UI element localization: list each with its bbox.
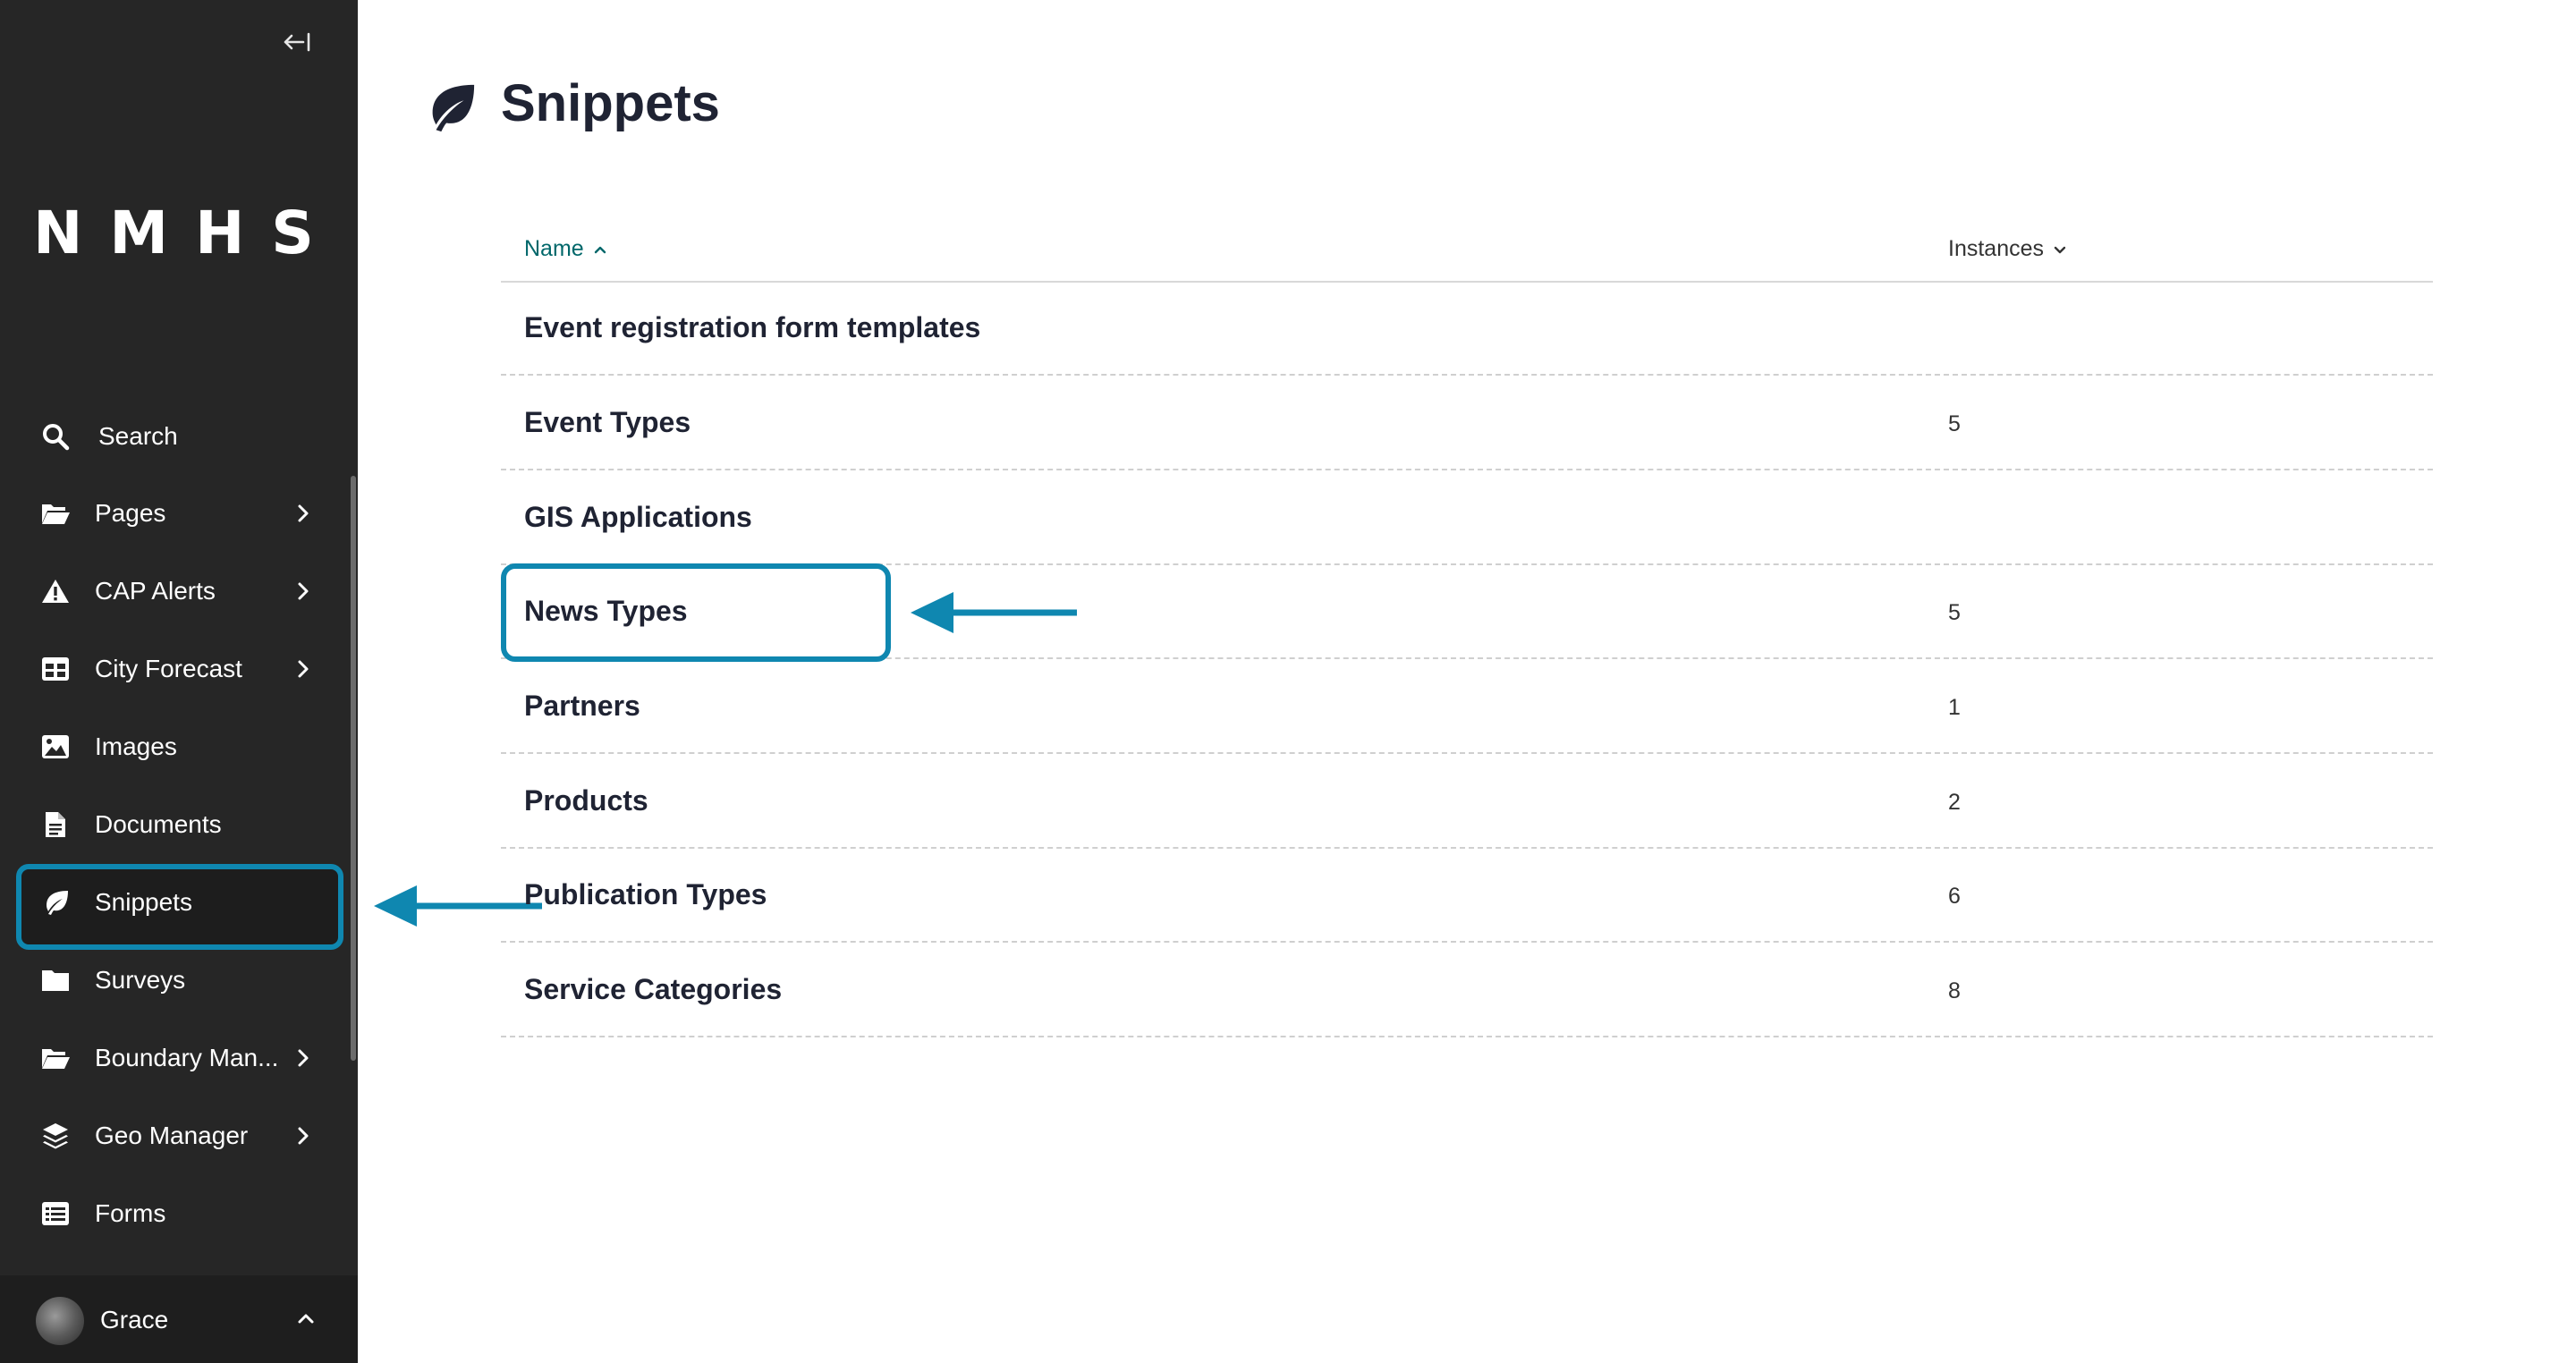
- instances-count[interactable]: 1: [1948, 695, 1961, 721]
- sort-by-name-link[interactable]: Name: [524, 236, 607, 262]
- instances-count[interactable]: 5: [1948, 600, 1961, 626]
- leaf-icon: [422, 80, 478, 136]
- table-header: Name Instances: [501, 222, 2433, 283]
- sidebar-item-label: Snippets: [95, 888, 192, 916]
- snippet-name-link[interactable]: Publication Types: [524, 878, 767, 911]
- chevron-down-icon: [2054, 246, 2066, 253]
- sidebar: NMHS Search Pages CAP Alerts City Foreca…: [0, 0, 358, 1363]
- leaf-icon: [39, 886, 72, 919]
- chevron-up-icon: [295, 1308, 317, 1329]
- instances-count[interactable]: 8: [1948, 978, 1961, 1004]
- list-icon: [39, 1198, 72, 1230]
- column-header-instances: Instances: [1948, 236, 2045, 261]
- table-row: GIS Applications: [501, 472, 2433, 565]
- table-row: Products 2: [501, 756, 2433, 849]
- folder-open-icon: [39, 1042, 72, 1074]
- table-row: Publication Types 6: [501, 850, 2433, 943]
- sort-by-instances-link[interactable]: Instances: [1948, 236, 2067, 262]
- table-row: Event Types 5: [501, 377, 2433, 470]
- sidebar-item-surveys[interactable]: Surveys: [0, 949, 351, 1012]
- sidebar-item-label: Pages: [95, 499, 166, 527]
- avatar: [36, 1297, 84, 1345]
- table-row: Partners 1: [501, 661, 2433, 754]
- user-name: Grace: [100, 1306, 169, 1333]
- snippet-name-link[interactable]: Products: [524, 784, 648, 817]
- sidebar-item-label: Images: [95, 732, 177, 760]
- chevron-right-icon: [293, 500, 313, 527]
- sidebar-item-label: Boundary Man...: [95, 1044, 279, 1071]
- snippet-name-link[interactable]: Partners: [524, 690, 640, 723]
- folder-open-icon: [39, 497, 72, 529]
- instances-count[interactable]: 6: [1948, 884, 1961, 910]
- user-menu[interactable]: Grace: [0, 1275, 358, 1363]
- instances-count[interactable]: 5: [1948, 411, 1961, 437]
- sidebar-item-pages[interactable]: Pages: [0, 482, 351, 545]
- image-icon: [39, 731, 72, 763]
- page-title: Snippets: [501, 74, 720, 132]
- sidebar-item-label: Search: [98, 422, 178, 450]
- sidebar-item-documents[interactable]: Documents: [0, 793, 351, 856]
- sidebar-item-geo-manager[interactable]: Geo Manager: [0, 1105, 351, 1167]
- sidebar-item-cap-alerts[interactable]: CAP Alerts: [0, 560, 351, 622]
- news-types-highlight-box: [501, 563, 891, 662]
- sidebar-item-label: Forms: [95, 1199, 166, 1227]
- sidebar-item-label: CAP Alerts: [95, 577, 216, 605]
- table-row: Service Categories 8: [501, 944, 2433, 1037]
- document-icon: [39, 808, 72, 841]
- chevron-right-icon: [293, 1045, 313, 1071]
- sidebar-item-label: Geo Manager: [95, 1122, 249, 1149]
- folder-icon: [39, 964, 72, 996]
- snippet-name-link[interactable]: Service Categories: [524, 973, 782, 1006]
- sidebar-item-label: Surveys: [95, 966, 186, 994]
- annotation-arrow-icon: [911, 592, 1077, 633]
- table-row: Event registration form templates: [501, 283, 2433, 376]
- warning-icon: [39, 575, 72, 607]
- instances-count[interactable]: 2: [1948, 790, 1961, 816]
- snippet-name-link[interactable]: GIS Applications: [524, 501, 752, 534]
- sidebar-item-forms[interactable]: Forms: [0, 1182, 351, 1245]
- snippet-name-link[interactable]: Event registration form templates: [524, 311, 980, 344]
- site-logo[interactable]: NMHS: [0, 199, 358, 267]
- sidebar-item-city-forecast[interactable]: City Forecast: [0, 638, 351, 700]
- sidebar-item-search[interactable]: Search: [0, 405, 351, 468]
- collapse-sidebar-button[interactable]: [279, 30, 315, 61]
- sidebar-item-label: Documents: [95, 810, 222, 838]
- chevron-right-icon: [293, 1122, 313, 1149]
- search-icon: [39, 420, 72, 453]
- snippet-name-link[interactable]: Event Types: [524, 406, 691, 439]
- layers-icon: [39, 1120, 72, 1152]
- table-icon: [39, 653, 72, 685]
- chevron-up-icon: [594, 246, 606, 253]
- collapse-left-icon: [284, 32, 310, 52]
- sidebar-item-images[interactable]: Images: [0, 715, 351, 778]
- chevron-right-icon: [293, 656, 313, 682]
- sidebar-item-snippets[interactable]: Snippets: [0, 871, 351, 934]
- column-header-name: Name: [524, 236, 584, 261]
- sidebar-item-boundary-manager[interactable]: Boundary Man...: [0, 1027, 351, 1089]
- sidebar-scrollbar[interactable]: [351, 476, 356, 1061]
- chevron-right-icon: [293, 578, 313, 605]
- sidebar-item-label: City Forecast: [95, 655, 242, 682]
